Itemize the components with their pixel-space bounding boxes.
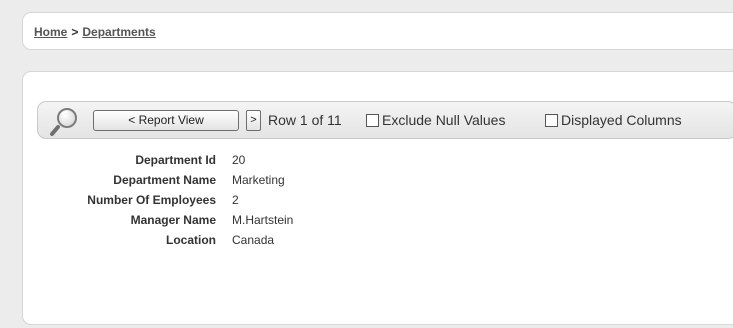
- breadcrumb-region: Home > Departments: [22, 12, 733, 50]
- displayed-columns-label: Displayed Columns: [561, 112, 682, 128]
- record-details: Department Id 20 Department Name Marketi…: [23, 151, 423, 251]
- exclude-null-values-label: Exclude Null Values: [382, 112, 506, 128]
- detail-label: Department Id: [135, 153, 216, 167]
- breadcrumb-separator: >: [71, 25, 79, 39]
- detail-label: Department Name: [113, 173, 216, 187]
- displayed-columns-option[interactable]: Displayed Columns: [545, 112, 682, 128]
- detail-value: Marketing: [232, 173, 285, 187]
- search-icon[interactable]: [48, 105, 80, 137]
- displayed-columns-checkbox[interactable]: [545, 113, 558, 127]
- detail-row-department-id: Department Id 20: [23, 151, 423, 171]
- row-counter: Row 1 of 11: [268, 112, 342, 128]
- detail-label: Number Of Employees: [87, 193, 216, 207]
- single-row-view-region: < Report View > Row 1 of 11 Exclude Null…: [22, 71, 733, 325]
- detail-row-location: Location Canada: [23, 231, 423, 251]
- next-row-button[interactable]: >: [246, 110, 261, 131]
- detail-label: Location: [166, 233, 216, 247]
- detail-row-manager-name: Manager Name M.Hartstein: [23, 211, 423, 231]
- exclude-null-values-checkbox[interactable]: [366, 113, 379, 127]
- detail-row-number-of-employees: Number Of Employees 2: [23, 191, 423, 211]
- single-row-view-toolbar: < Report View > Row 1 of 11 Exclude Null…: [37, 101, 733, 139]
- breadcrumb-departments-link[interactable]: Departments: [82, 25, 155, 39]
- breadcrumb-home-link[interactable]: Home: [34, 25, 67, 39]
- detail-row-department-name: Department Name Marketing: [23, 171, 423, 191]
- detail-label: Manager Name: [130, 213, 216, 227]
- breadcrumb: Home > Departments: [34, 25, 156, 39]
- detail-value: 20: [232, 153, 246, 167]
- detail-value: 2: [232, 193, 239, 207]
- detail-value: Canada: [232, 233, 275, 247]
- detail-value: M.Hartstein: [232, 213, 294, 227]
- exclude-null-values-option[interactable]: Exclude Null Values: [366, 112, 505, 128]
- report-view-button[interactable]: < Report View: [93, 110, 239, 131]
